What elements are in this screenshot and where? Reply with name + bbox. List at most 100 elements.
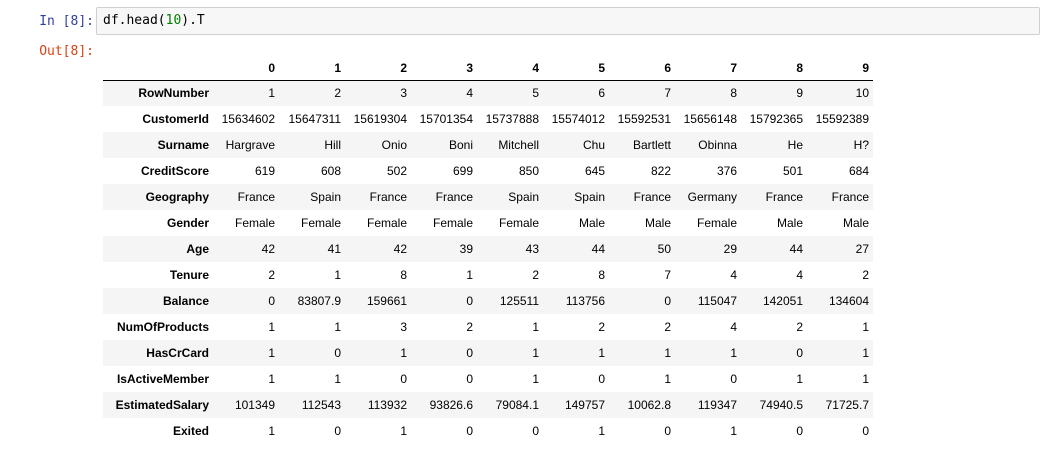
table-cell: France [435, 190, 473, 204]
table-cell: 149757 [564, 398, 605, 412]
table-cell: 0 [334, 424, 341, 438]
table-cell: 1 [334, 320, 341, 334]
table-row: HasCrCard 1 0 1 0 1 1 1 1 0 1 [103, 340, 873, 366]
table-cell: 7 [664, 268, 671, 282]
table-cell: Mitchell [498, 138, 539, 152]
input-prompt: In [8]: [39, 14, 94, 29]
table-cell: H? [853, 138, 869, 152]
table-cell: 15656148 [683, 112, 737, 126]
table-cell: 502 [386, 164, 407, 178]
table-cell: 74940.5 [759, 398, 803, 412]
table-cell: 8 [730, 86, 737, 101]
table-cell: Chu [582, 138, 605, 152]
row-label: Gender [166, 216, 209, 230]
table-cell: 39 [459, 242, 473, 256]
table-cell: 1 [268, 86, 275, 101]
table-cell: 42 [393, 242, 407, 256]
table-row: Geography France Spain France France Spain Spa… [103, 184, 873, 210]
table-cell: 608 [320, 164, 341, 178]
table-cell: 0 [466, 346, 473, 360]
table-cell: 15592389 [815, 112, 869, 126]
table-cell: Hill [324, 138, 341, 152]
table-body: RowNumber 1 2 3 4 5 6 7 8 9 10 CustomerId 15634602 15… [103, 80, 873, 444]
table-cell: 0 [664, 294, 671, 308]
table-cell: Spain [508, 190, 539, 204]
table-cell: 113932 [367, 398, 407, 412]
row-label: Geography [145, 190, 209, 204]
table-cell: Male [644, 216, 671, 230]
header-row: 0123456789 [103, 56, 873, 81]
table-cell: 0 [466, 424, 473, 438]
table-cell: 15574012 [551, 112, 605, 126]
table-cell: 1 [400, 346, 407, 360]
table-cell: 119347 [697, 398, 737, 412]
table-cell: 0 [664, 424, 671, 438]
table-cell: 43 [525, 242, 539, 256]
table-cell: 0 [400, 372, 407, 386]
table-cell: Spain [310, 190, 341, 204]
dataframe-output-table: 0123456789 RowNumber 1 2 3 4 5 6 7 8 9 10 CustomerI… [103, 56, 873, 444]
row-label: Exited [172, 424, 209, 438]
table-cell: He [787, 138, 803, 152]
table-cell: Bartlett [632, 138, 671, 152]
table-row: IsActiveMember 1 1 0 0 1 0 1 0 1 1 [103, 366, 873, 392]
table-cell: 822 [650, 164, 671, 178]
row-label: IsActiveMember [116, 372, 209, 386]
output-prompt: Out[8]: [39, 44, 94, 59]
row-label: EstimatedSalary [115, 398, 209, 412]
table-cell: 4 [730, 268, 737, 282]
table-cell: France [831, 190, 869, 204]
table-cell: 1 [334, 268, 341, 282]
table-row: Surname Hargrave Hill Onio Boni Mitchell Chu Ba… [103, 132, 873, 158]
table-cell: 1 [598, 424, 605, 438]
row-label: CustomerId [142, 112, 209, 126]
table-cell: 15792365 [749, 112, 803, 126]
table-cell: 2 [598, 320, 605, 334]
table-cell: 1 [466, 268, 473, 282]
table-cell: 0 [268, 294, 275, 308]
table-row: CreditScore 619 608 502 699 850 645 822 376 501 68… [103, 158, 873, 184]
table-row: RowNumber 1 2 3 4 5 6 7 8 9 10 [103, 80, 873, 106]
table-cell: 5 [532, 86, 539, 101]
table-cell: 1 [532, 346, 539, 360]
table-row: Balance 0 83807.9 159661 0 125511 113756 0 11504… [103, 288, 873, 314]
table-cell: 4 [796, 268, 803, 282]
table-cell: 1 [796, 372, 803, 386]
table-cell: 2 [334, 86, 341, 101]
table-cell: 42 [261, 242, 275, 256]
table-cell: 501 [782, 164, 803, 178]
table-row: NumOfProducts 1 1 3 2 1 2 2 4 2 1 [103, 314, 873, 340]
table-cell: 2 [466, 320, 473, 334]
row-label: Age [186, 242, 209, 256]
row-label: HasCrCard [146, 346, 209, 360]
table-cell: 3 [400, 86, 407, 101]
code-text: df.head( [103, 13, 166, 28]
row-label: RowNumber [138, 86, 209, 101]
table-cell: 1 [268, 372, 275, 386]
table-cell: 15701354 [419, 112, 473, 126]
table-cell: 10 [855, 86, 869, 101]
table-cell: 2 [268, 268, 275, 282]
table-cell: 159661 [366, 294, 407, 308]
code-text-suffix: ).T [181, 13, 205, 28]
column-header: 3 [411, 56, 477, 81]
table-cell: 113756 [565, 294, 605, 308]
code-input-area[interactable]: df.head(10).T [96, 7, 1040, 35]
table-cell: 684 [848, 164, 869, 178]
row-label: Balance [162, 294, 209, 308]
column-header: 4 [477, 56, 543, 81]
table-cell: 15737888 [485, 112, 539, 126]
table-cell: 79084.1 [495, 398, 539, 412]
column-header: 6 [609, 56, 675, 81]
code-number-literal: 10 [165, 13, 182, 28]
table-cell: 112543 [301, 398, 341, 412]
table-cell: Female [234, 216, 275, 230]
table-cell: 1 [730, 424, 737, 438]
table-cell: 10062.8 [627, 398, 671, 412]
table-cell: Female [432, 216, 473, 230]
table-cell: France [633, 190, 671, 204]
table-cell: 0 [598, 372, 605, 386]
table-cell: 0 [730, 372, 737, 386]
table-cell: 3 [400, 320, 407, 334]
table-cell: 6 [598, 86, 605, 101]
